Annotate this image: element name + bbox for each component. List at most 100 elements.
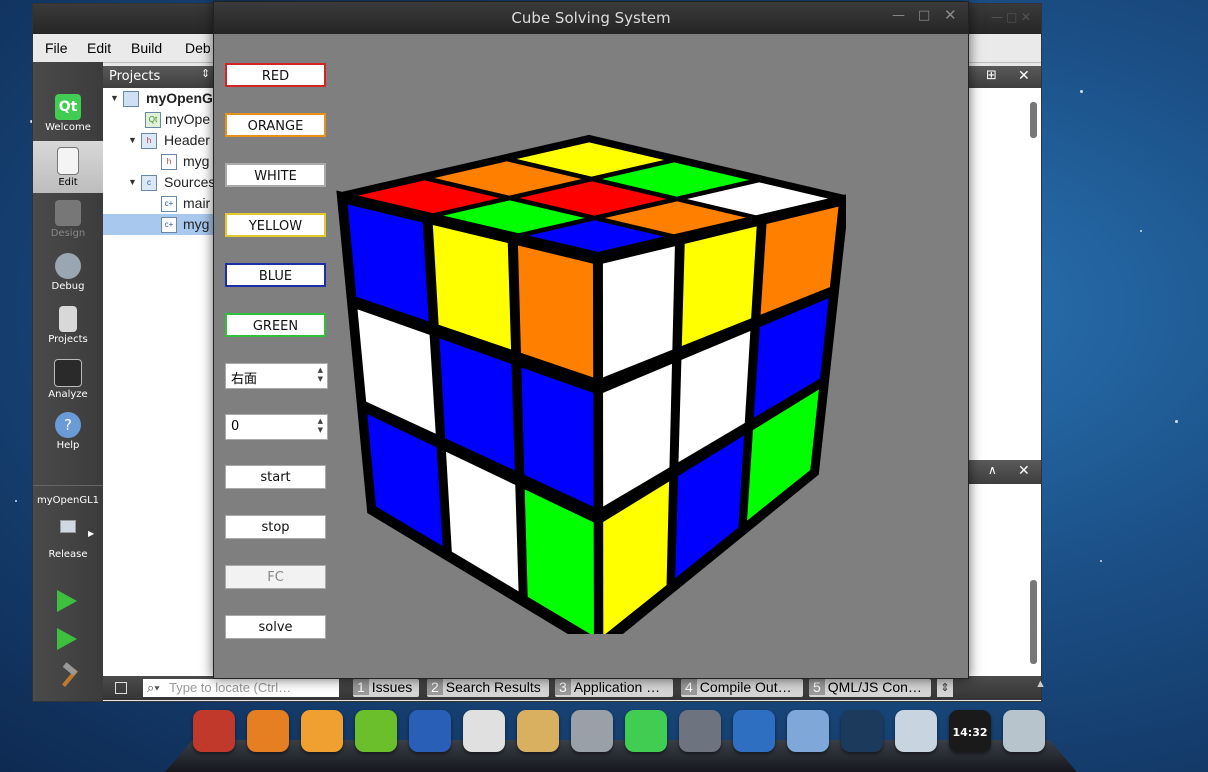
solve-button[interactable]: solve (225, 615, 326, 639)
mail-app-icon[interactable] (517, 710, 559, 752)
locate-placeholder: Type to locate (Ctrl… (169, 680, 292, 695)
mode-label: Debug (51, 281, 85, 292)
yellow-button[interactable]: YELLOW (225, 213, 326, 237)
orange-button[interactable]: ORANGE (225, 113, 326, 137)
chevron-up-icon[interactable]: ∧ (988, 463, 997, 477)
system-settings-icon[interactable] (679, 710, 721, 752)
editor-area[interactable] (968, 88, 1041, 460)
monitor-icon[interactable] (60, 520, 76, 533)
sidebar-toggle-icon[interactable] (115, 682, 127, 694)
maximize-icon[interactable]: □ (918, 8, 930, 23)
tree-item-project[interactable]: ▼ myOpenG (103, 88, 215, 109)
debug-run-icon[interactable] (57, 628, 77, 650)
source-folder-icon: c (141, 175, 157, 191)
hammer-icon[interactable] (59, 662, 81, 687)
menu-edit[interactable]: Edit (87, 40, 111, 56)
mode-edit[interactable]: Edit (33, 141, 103, 193)
mode-analyze[interactable]: Analyze (33, 353, 103, 405)
blue-button[interactable]: BLUE (225, 263, 326, 287)
tree-item-main-cpp[interactable]: c+ mair (103, 193, 215, 214)
stop-button[interactable]: stop (225, 515, 326, 539)
step-spinbox-value: 0 (231, 419, 240, 434)
mode-projects[interactable]: Projects (33, 300, 103, 352)
chevron-updown-icon[interactable]: ⇕ (201, 67, 210, 80)
clock-app-icon[interactable]: 14:32 (949, 710, 991, 752)
rocket-app-icon[interactable] (193, 710, 235, 752)
power-ring-icon[interactable] (841, 710, 883, 752)
menu-file[interactable]: File (45, 40, 68, 56)
trash-icon[interactable] (1003, 710, 1045, 752)
scrollbar-thumb[interactable] (1030, 102, 1037, 138)
maximize-icon[interactable]: □ (1006, 10, 1017, 24)
spin-arrows-icon[interactable]: ▲ ▼ (318, 417, 323, 435)
window-title: Cube Solving System (511, 9, 671, 27)
cpp-file-icon: c+ (161, 196, 177, 212)
tree-item-sources[interactable]: ▼ c Sources (103, 172, 215, 193)
tree-item-pro-file[interactable]: Qt myOpe (103, 109, 215, 130)
spin-arrows-icon[interactable]: ▲ ▼ (318, 366, 323, 384)
tree-item-headers[interactable]: ▼ h Header (103, 130, 215, 151)
dock: 14:32 (165, 710, 1077, 772)
mode-debug[interactable]: Debug (33, 247, 103, 299)
minimize-icon[interactable]: — (991, 10, 1003, 24)
output-area[interactable] (968, 484, 1041, 676)
chrome-icon[interactable] (463, 710, 505, 752)
close-icon[interactable]: ✕ (944, 6, 957, 24)
settings-wheel-icon[interactable] (571, 710, 613, 752)
close-panel-icon[interactable]: ✕ (1018, 463, 1030, 479)
mode-design[interactable]: Design (33, 194, 103, 246)
chevron-right-icon[interactable]: ▶ (88, 529, 94, 538)
folder-icon (123, 91, 139, 107)
face-select[interactable]: 右面 ▲ ▼ (225, 363, 328, 389)
swirl-app-icon[interactable] (301, 710, 343, 752)
clock-time: 14:32 (952, 726, 988, 739)
locate-input[interactable]: ⌕▾ Type to locate (Ctrl… (143, 679, 339, 697)
drive-app-icon[interactable] (787, 710, 829, 752)
rubiks-cube-view[interactable] (334, 122, 846, 634)
globe-app-icon[interactable] (409, 710, 451, 752)
status-bar: ⌕▾ Type to locate (Ctrl… 1 Issues 2 Search… (103, 676, 1046, 700)
tab-compile-output[interactable]: 4 Compile Out… (681, 679, 803, 697)
tab-application-output[interactable]: 3 Application … (555, 679, 673, 697)
arrow-up-icon[interactable]: ▲ (1035, 678, 1046, 690)
more-tabs-icon[interactable]: ⇕ (937, 679, 953, 697)
browser-globe-icon[interactable] (733, 710, 775, 752)
tab-search-results[interactable]: 2 Search Results (427, 679, 549, 697)
store-app-icon[interactable] (247, 710, 289, 752)
face-select-value: 右面 (231, 372, 258, 387)
tree-item-source-file[interactable]: c+ myg (103, 214, 215, 235)
document-edit-icon (57, 147, 79, 175)
start-button[interactable]: start (225, 465, 326, 489)
mode-selector: Qt Welcome Edit Design Debug Projects An… (33, 62, 103, 701)
green-button[interactable]: GREEN (225, 313, 326, 337)
menu-build[interactable]: Build (131, 40, 162, 56)
header-folder-icon: h (141, 133, 157, 149)
search-icon: ⌕▾ (147, 680, 160, 695)
qt-creator-icon[interactable] (625, 710, 667, 752)
project-target-label: myOpenGL1 (36, 495, 100, 506)
music-app-icon[interactable] (355, 710, 397, 752)
close-panel-icon[interactable]: ✕ (1018, 68, 1030, 84)
minimize-icon[interactable]: — (892, 8, 905, 23)
step-spinbox[interactable]: 0 ▲ ▼ (225, 414, 328, 440)
header-file-icon: h (161, 154, 177, 170)
mode-help[interactable]: ? Help (33, 406, 103, 458)
pen-app-icon[interactable] (895, 710, 937, 752)
menu-debug[interactable]: Deb (185, 40, 211, 56)
scrollbar-thumb[interactable] (1030, 580, 1037, 664)
close-icon[interactable]: ✕ (1021, 10, 1031, 24)
help-icon: ? (55, 412, 81, 438)
fc-button[interactable]: FC (225, 565, 326, 589)
white-button[interactable]: WHITE (225, 163, 326, 187)
tab-issues[interactable]: 1 Issues (353, 679, 419, 697)
mode-label: Analyze (48, 389, 88, 400)
mode-welcome[interactable]: Qt Welcome (33, 88, 103, 140)
cube-solver-window: Cube Solving System — □ ✕ RED ORANGE WHI… (213, 1, 969, 679)
tree-item-header-file[interactable]: h myg (103, 151, 215, 172)
cpp-file-icon: c+ (161, 217, 177, 233)
star (1140, 230, 1142, 232)
red-button[interactable]: RED (225, 63, 326, 87)
tab-qml-console[interactable]: 5 QML/JS Con… (809, 679, 931, 697)
split-icon[interactable]: ⊞ (986, 68, 997, 83)
run-icon[interactable] (57, 590, 77, 612)
